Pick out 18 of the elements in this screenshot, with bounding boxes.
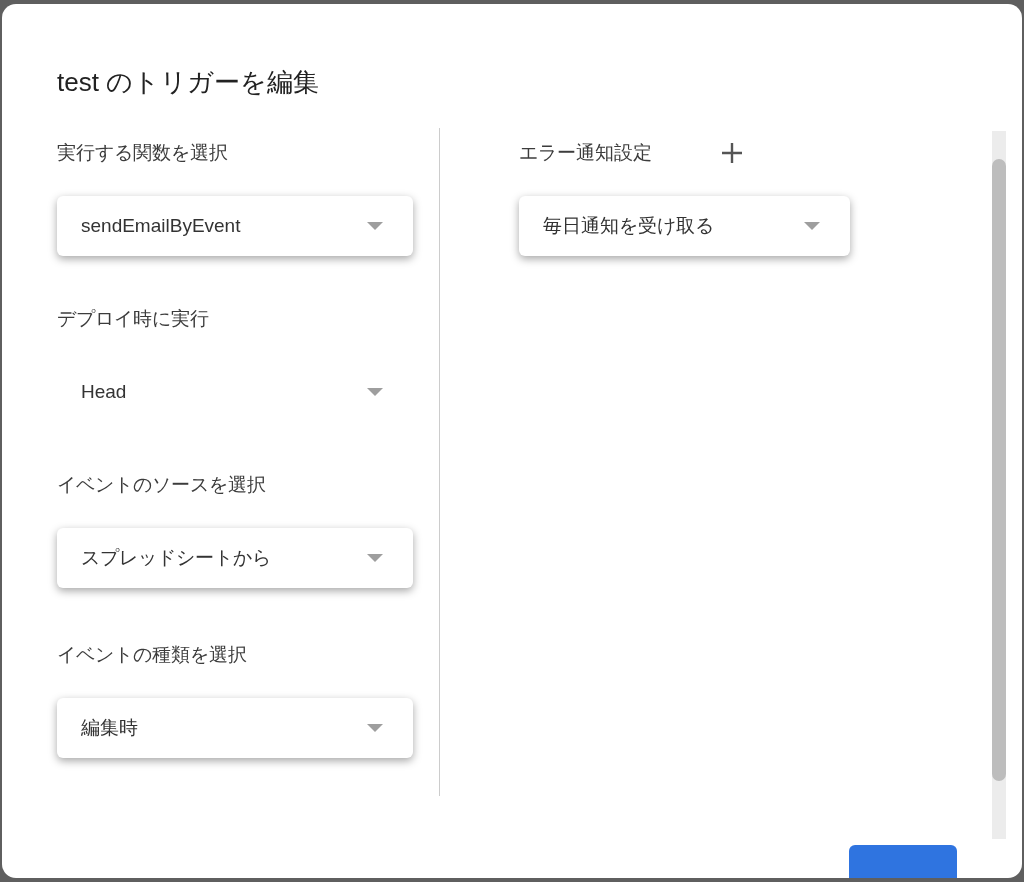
dropdown[interactable]: Head <box>57 362 413 422</box>
caret-icon <box>804 222 820 230</box>
caret-icon <box>367 222 383 230</box>
dialog-title: test のトリガーを編集 <box>56 66 321 99</box>
field-label: デプロイ時に実行 <box>57 307 210 331</box>
field-label: エラー通知設定 <box>519 141 652 165</box>
caret-icon <box>367 554 383 562</box>
dropdown[interactable]: スプレッドシートから <box>57 528 413 588</box>
caret-icon <box>367 388 383 396</box>
field-label: 実行する関数を選択 <box>57 141 229 165</box>
field-label: イベントの種類を選択 <box>57 643 248 667</box>
dropdown[interactable]: sendEmailByEvent <box>57 196 413 256</box>
caret-icon <box>367 724 383 732</box>
field-label: イベントのソースを選択 <box>57 473 267 497</box>
dropdown[interactable]: 編集時 <box>57 698 413 758</box>
add-icon[interactable] <box>722 143 742 163</box>
dropdown[interactable]: 毎日通知を受け取る <box>519 196 850 256</box>
primary-button[interactable] <box>849 845 957 878</box>
